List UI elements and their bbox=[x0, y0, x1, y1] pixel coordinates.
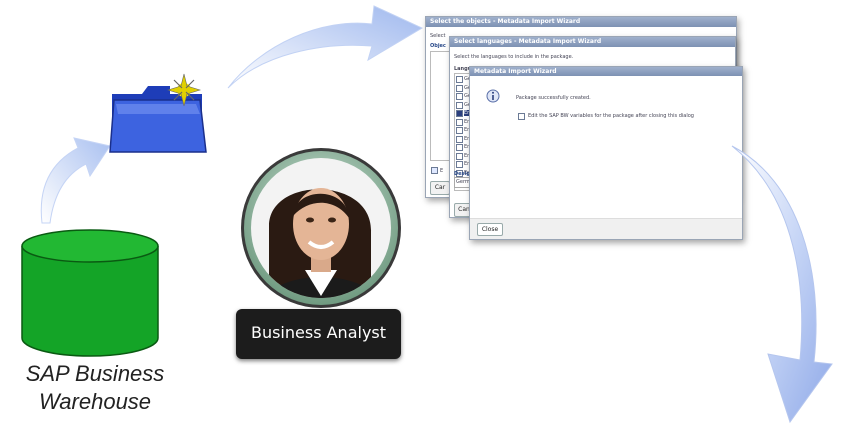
metadata-import-wizard-window: Metadata Import Wizard Package successfu… bbox=[469, 66, 743, 240]
window-title: Select the objects - Metadata Import Wiz… bbox=[426, 17, 736, 27]
window-title: Select languages - Metadata Import Wizar… bbox=[450, 37, 735, 47]
dialog-footer: Close bbox=[470, 218, 742, 239]
language-checkbox[interactable] bbox=[456, 76, 463, 83]
instruction-text: Select the languages to include in the p… bbox=[454, 54, 574, 60]
business-analyst-portrait bbox=[241, 148, 401, 308]
language-checkbox[interactable] bbox=[456, 101, 463, 109]
sap-business-warehouse-label: SAP Business Warehouse bbox=[25, 361, 165, 414]
objects-label: Objec bbox=[430, 43, 446, 49]
edit-variables-label: Edit the SAP BW variables for the packag… bbox=[528, 113, 694, 119]
arrow-right-to-wizard bbox=[227, 5, 424, 89]
edit-variables-checkbox[interactable] bbox=[518, 113, 525, 120]
language-checkbox[interactable] bbox=[456, 135, 463, 143]
window-title: Metadata Import Wizard bbox=[470, 67, 742, 76]
language-checkbox[interactable] bbox=[456, 93, 463, 100]
success-message: Package successfully created. bbox=[516, 95, 591, 101]
arrow-up-to-folder bbox=[40, 137, 111, 224]
instruction-text: Select bbox=[430, 33, 446, 39]
language-checkbox[interactable] bbox=[456, 161, 463, 168]
language-checkbox[interactable] bbox=[456, 110, 463, 117]
language-checkbox[interactable] bbox=[456, 127, 463, 134]
language-checkbox[interactable] bbox=[456, 118, 463, 126]
info-icon bbox=[486, 89, 500, 103]
arrow-down-output bbox=[731, 145, 833, 424]
business-analyst-badge: Business Analyst bbox=[236, 309, 401, 359]
new-folder-icon bbox=[109, 73, 207, 153]
language-checkbox[interactable] bbox=[456, 84, 463, 92]
language-checkbox[interactable] bbox=[456, 144, 463, 151]
checkbox[interactable] bbox=[431, 167, 438, 174]
language-checkbox[interactable] bbox=[456, 152, 463, 160]
cancel-button[interactable]: Car bbox=[430, 181, 450, 195]
database-cylinder bbox=[21, 229, 159, 357]
business-analyst-label: Business Analyst bbox=[250, 323, 387, 342]
close-button[interactable]: Close bbox=[477, 223, 503, 236]
